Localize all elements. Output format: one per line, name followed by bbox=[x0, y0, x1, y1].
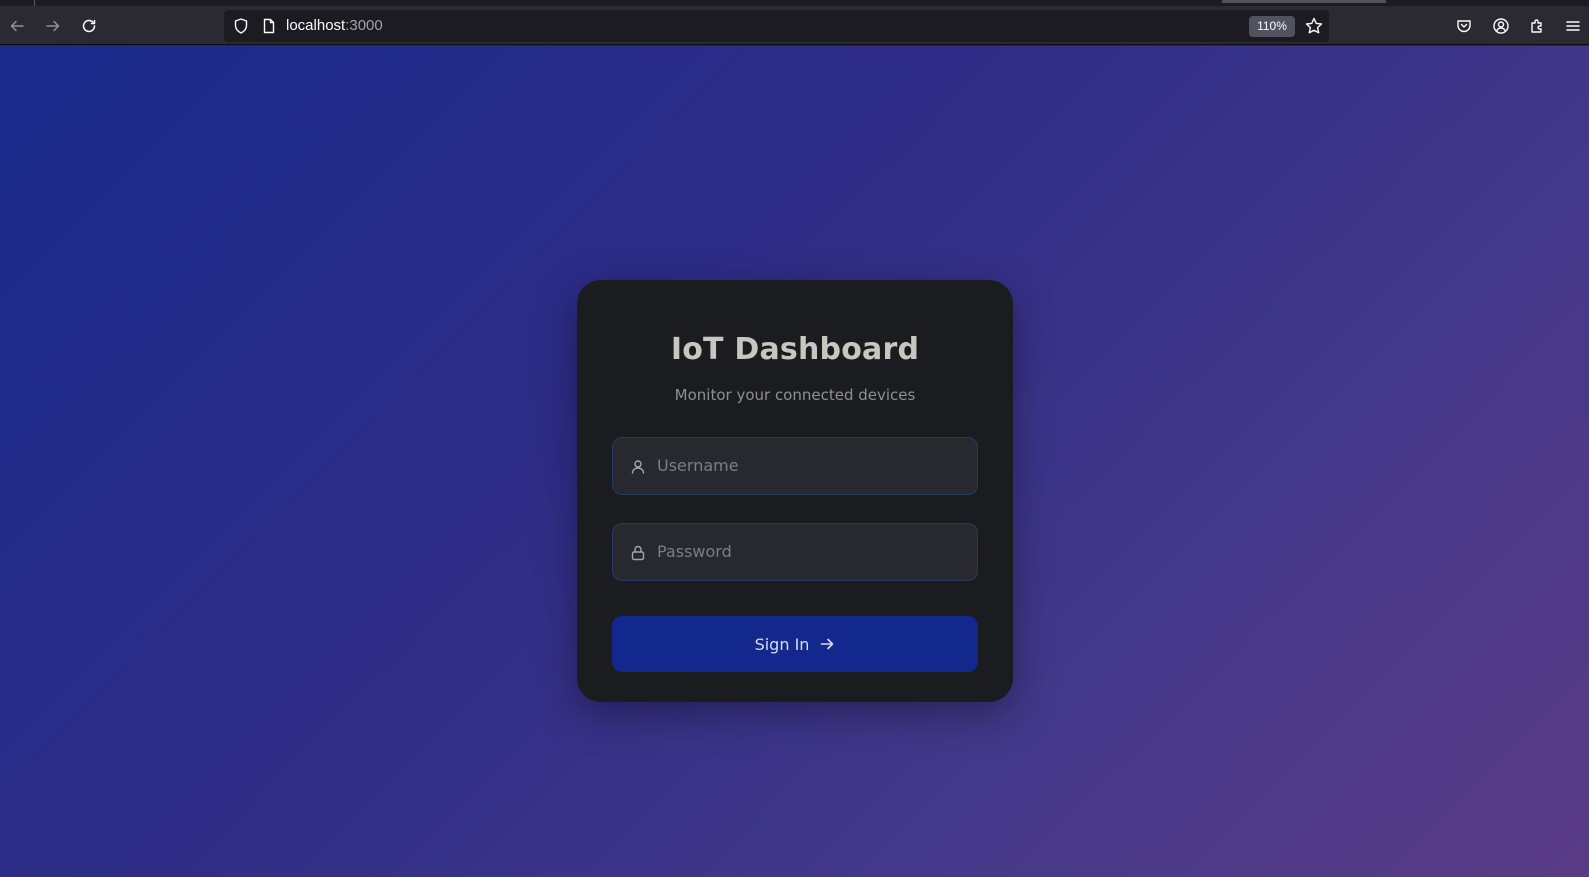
pocket-icon bbox=[1457, 20, 1471, 33]
shield-icon[interactable] bbox=[232, 17, 250, 35]
pocket-button[interactable] bbox=[1450, 12, 1478, 40]
extensions-icon bbox=[1531, 19, 1542, 33]
sign-in-button[interactable]: Sign In bbox=[612, 616, 978, 672]
forward-button[interactable] bbox=[39, 12, 67, 40]
page-subtitle: Monitor your connected devices bbox=[674, 386, 916, 404]
browser-toolbar: localhost:3000 110% bbox=[0, 6, 1589, 45]
username-input[interactable] bbox=[657, 438, 967, 493]
extensions-button[interactable] bbox=[1523, 12, 1551, 40]
login-card: IoT Dashboard Monitor your connected dev… bbox=[577, 280, 1013, 702]
tab-highlight bbox=[1222, 0, 1386, 3]
reload-icon bbox=[82, 19, 96, 33]
hamburger-menu-icon bbox=[1566, 21, 1580, 31]
menu-button[interactable] bbox=[1559, 12, 1587, 40]
back-button[interactable] bbox=[3, 12, 31, 40]
sign-in-label: Sign In bbox=[754, 634, 810, 654]
forward-arrow-icon bbox=[46, 20, 60, 32]
page-title: IoT Dashboard bbox=[670, 332, 920, 367]
star-icon[interactable] bbox=[1304, 16, 1324, 36]
page-background: IoT Dashboard Monitor your connected dev… bbox=[0, 46, 1589, 877]
arrow-right-icon bbox=[821, 638, 834, 650]
reload-button[interactable] bbox=[75, 12, 103, 40]
password-input[interactable] bbox=[657, 524, 967, 579]
url-text[interactable]: localhost:3000 bbox=[286, 10, 383, 42]
page-icon[interactable] bbox=[260, 17, 278, 35]
username-field[interactable] bbox=[612, 437, 978, 495]
password-field[interactable] bbox=[612, 523, 978, 581]
account-icon bbox=[1493, 18, 1509, 34]
url-port: :3000 bbox=[345, 17, 383, 34]
lock-icon bbox=[631, 545, 645, 561]
user-icon bbox=[631, 460, 645, 474]
url-bar[interactable]: localhost:3000 110% bbox=[224, 10, 1329, 42]
url-host: localhost bbox=[286, 17, 346, 34]
zoom-badge[interactable]: 110% bbox=[1249, 16, 1295, 37]
account-button[interactable] bbox=[1487, 12, 1515, 40]
back-arrow-icon bbox=[10, 20, 24, 32]
